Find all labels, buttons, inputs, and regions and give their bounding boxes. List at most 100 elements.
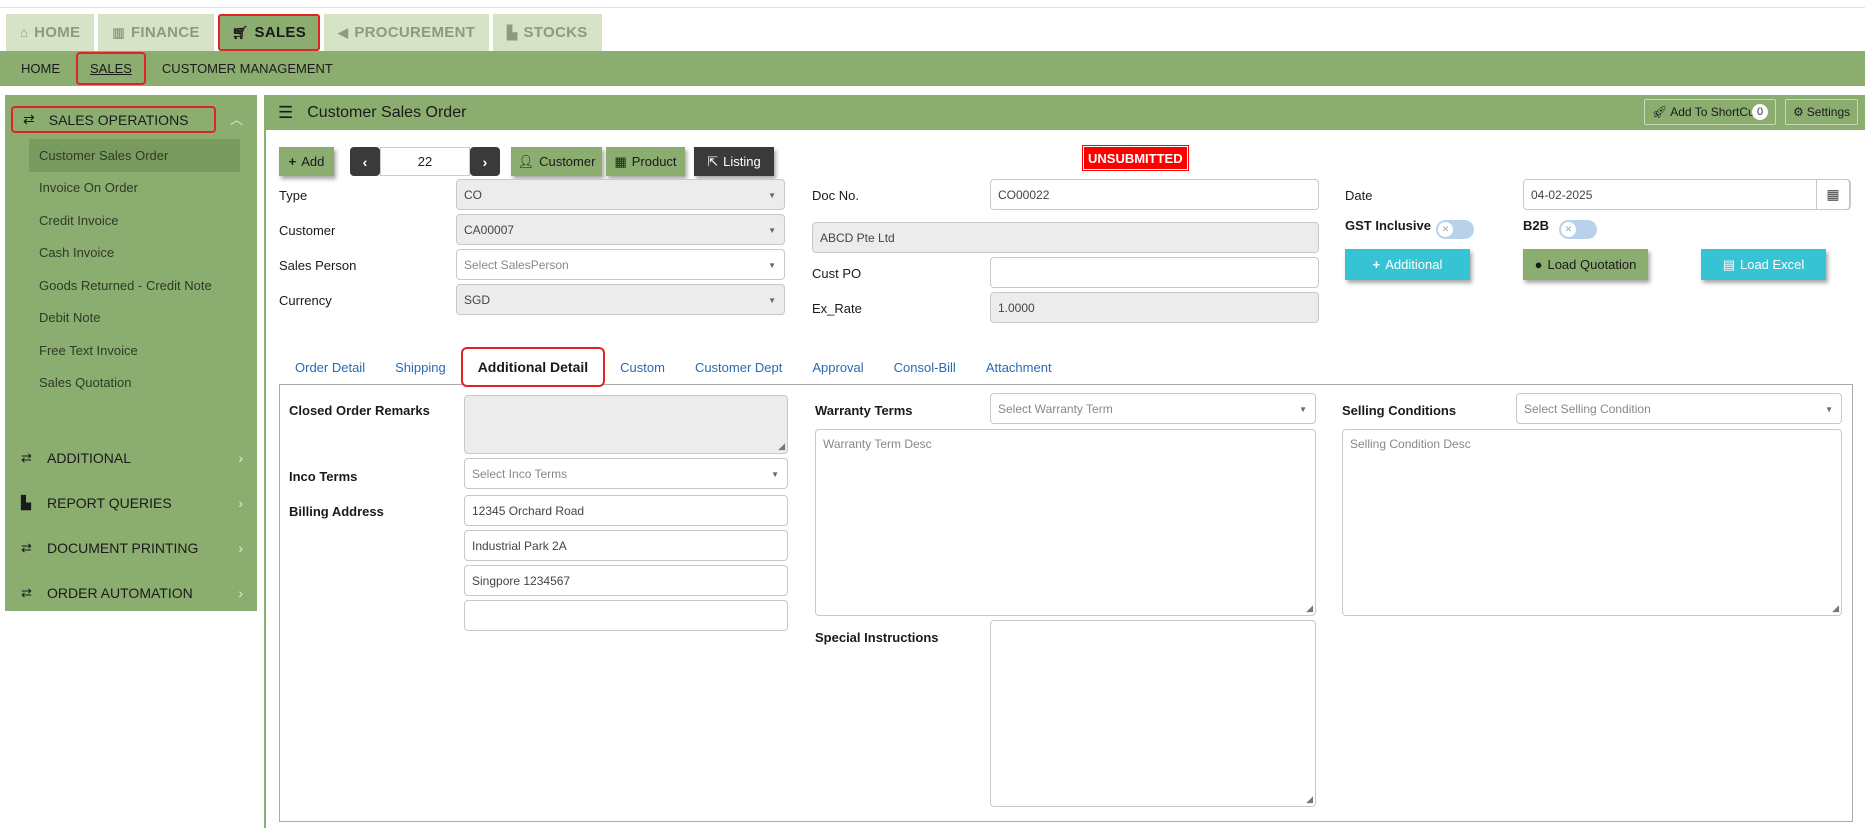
tab-shipping[interactable]: Shipping <box>395 360 446 375</box>
tab-customer-dept[interactable]: Customer Dept <box>695 360 782 375</box>
billing-address-line-3[interactable]: Singpore 1234567 <box>464 565 788 596</box>
salesperson-select[interactable]: Select SalesPerson ▼ <box>456 249 785 280</box>
warranty-terms-label: Warranty Terms <box>815 403 913 418</box>
special-instructions-textarea[interactable]: ◢ <box>990 620 1316 807</box>
rocket-icon: 🚀︎ <box>1652 105 1668 119</box>
sidebar: ⇄ SALES OPERATIONS ︿ Customer Sales Orde… <box>5 95 257 611</box>
settings-button[interactable]: ⚙ Settings <box>1785 99 1859 125</box>
submenu-sales[interactable]: SALES <box>76 52 146 85</box>
sidebar-item-cash-invoice[interactable]: Cash Invoice <box>29 237 240 270</box>
module-tab-home[interactable]: ⌂ HOME <box>6 14 95 51</box>
resize-grip-icon: ◢ <box>1306 603 1313 613</box>
prev-record-button[interactable]: ‹ <box>350 147 380 176</box>
resize-grip-icon: ◢ <box>1306 794 1313 804</box>
tab-custom[interactable]: Custom <box>620 360 665 375</box>
custpo-label: Cust PO <box>812 266 862 281</box>
special-instructions-label: Special Instructions <box>815 630 939 645</box>
gear-icon: ⚙ <box>1793 105 1804 119</box>
chevron-right-icon: › <box>238 585 243 601</box>
closed-order-remarks-textarea[interactable]: ◢ <box>464 395 788 454</box>
sidebar-group-sales-operations[interactable]: ⇄ SALES OPERATIONS <box>11 106 216 133</box>
billing-address-line-4[interactable] <box>464 600 788 631</box>
module-tab-sales[interactable]: 🛒︎ SALES <box>217 14 321 51</box>
load-excel-button[interactable]: ▤ Load Excel <box>1701 249 1826 280</box>
play-circle-icon: ● <box>1534 257 1543 272</box>
module-tab-procurement[interactable]: ◀ PROCUREMENT <box>324 14 490 51</box>
caret-down-icon: ▼ <box>768 261 776 270</box>
sidebar-item-free-text-invoice[interactable]: Free Text Invoice <box>29 334 240 367</box>
add-button[interactable]: + Add <box>279 147 334 176</box>
sidebar-item-invoice-on-order[interactable]: Invoice On Order <box>29 172 240 205</box>
sidebar-group-order-automation[interactable]: ⇄ ORDER AUTOMATION › <box>5 573 257 613</box>
tab-attachment[interactable]: Attachment <box>986 360 1052 375</box>
caret-down-icon: ▼ <box>1299 405 1307 414</box>
tab-consol-bill[interactable]: Consol-Bill <box>894 360 956 375</box>
customer-button[interactable]: 👤︎ Customer <box>511 147 602 176</box>
currency-select[interactable]: SGD ▼ <box>456 284 785 315</box>
sidebar-group-document-printing[interactable]: ⇄ DOCUMENT PRINTING › <box>5 528 257 568</box>
tab-approval[interactable]: Approval <box>812 360 863 375</box>
detail-tabs: Order Detail Shipping Additional Detail … <box>280 347 1067 387</box>
status-badge: UNSUBMITTED <box>1082 145 1189 171</box>
load-quotation-button[interactable]: ● Load Quotation <box>1523 249 1648 280</box>
docno-input[interactable]: CO00022 <box>990 179 1319 210</box>
warranty-term-desc-textarea[interactable]: Warranty Term Desc ◢ <box>815 429 1316 616</box>
additional-button[interactable]: + Additional <box>1345 249 1470 280</box>
submenu-home[interactable]: HOME <box>21 52 60 85</box>
date-label: Date <box>1345 188 1373 203</box>
panel-header: ☰ Customer Sales Order 🚀︎ Add To ShortCut… <box>266 95 1865 130</box>
listing-button[interactable]: ⇱ Listing <box>694 147 774 176</box>
calendar-icon[interactable]: ▦ <box>1816 179 1850 210</box>
date-input[interactable]: 04-02-2025 ▦ <box>1523 179 1851 210</box>
chevron-right-icon: › <box>238 495 243 511</box>
gst-inclusive-label: GST Inclusive <box>1345 218 1431 233</box>
swap-icon: ⇄ <box>21 585 32 600</box>
sidebar-item-goods-returned[interactable]: Goods Returned - Credit Note <box>29 269 240 302</box>
submenu-customer-management[interactable]: CUSTOMER MANAGEMENT <box>162 52 333 85</box>
page-title: Customer Sales Order <box>307 103 467 121</box>
customer-select[interactable]: CA00007 ▼ <box>456 214 785 245</box>
sidebar-item-debit-note[interactable]: Debit Note <box>29 302 240 335</box>
sidebar-item-customer-sales-order[interactable]: Customer Sales Order <box>29 139 240 172</box>
gst-inclusive-toggle[interactable]: ✕ <box>1436 220 1474 239</box>
shortcut-count-badge: 0 <box>1752 104 1769 120</box>
file-excel-icon: ▤ <box>1722 256 1735 272</box>
inco-terms-select[interactable]: Select Inco Terms ▼ <box>464 458 788 489</box>
plus-icon: + <box>1372 257 1381 272</box>
sub-menu-bar: HOME SALES CUSTOMER MANAGEMENT <box>0 51 1865 86</box>
billing-address-line-1[interactable]: 12345 Orchard Road <box>464 495 788 526</box>
next-record-button[interactable]: › <box>470 147 500 176</box>
custpo-input[interactable] <box>990 257 1319 288</box>
resize-grip-icon: ◢ <box>1832 603 1839 613</box>
tab-order-detail[interactable]: Order Detail <box>295 360 365 375</box>
exrate-input[interactable]: 1.0000 <box>990 292 1319 323</box>
type-select[interactable]: CO ▼ <box>456 179 785 210</box>
sidebar-item-credit-invoice[interactable]: Credit Invoice <box>29 204 240 237</box>
sidebar-group-report-queries[interactable]: ▙ REPORT QUERIES › <box>5 483 257 523</box>
add-to-shortcut-button[interactable]: 🚀︎ Add To ShortCut 0 <box>1644 99 1777 125</box>
module-tab-stocks[interactable]: ▙ STOCKS <box>493 14 602 51</box>
tab-additional-detail[interactable]: Additional Detail <box>460 347 606 387</box>
home-icon: ⌂ <box>20 25 29 40</box>
cubes-icon: ▦ <box>614 153 627 169</box>
sidebar-group-additional[interactable]: ⇄ ADDITIONAL › <box>5 438 257 478</box>
top-window-edge <box>0 0 1865 8</box>
selling-condition-desc-textarea[interactable]: Selling Condition Desc ◢ <box>1342 429 1842 616</box>
sidebar-items: Customer Sales Order Invoice On Order Cr… <box>29 139 240 399</box>
selling-conditions-select[interactable]: Select Selling Condition ▼ <box>1516 393 1842 424</box>
product-button[interactable]: ▦ Product <box>606 147 685 176</box>
customer-name-field: ABCD Pte Ltd <box>812 222 1319 253</box>
caret-down-icon: ▼ <box>771 470 779 479</box>
caret-down-icon: ▼ <box>768 191 776 200</box>
module-tab-finance[interactable]: ▥ FINANCE <box>98 14 214 51</box>
b2b-toggle[interactable]: ✕ <box>1559 220 1597 239</box>
chevron-up-icon[interactable]: ︿ <box>230 109 243 128</box>
hamburger-icon[interactable]: ☰ <box>278 103 293 123</box>
record-number-input[interactable]: 22 <box>380 147 470 176</box>
b2b-label: B2B <box>1523 218 1550 233</box>
caret-down-icon: ▼ <box>1825 405 1833 414</box>
warranty-terms-select[interactable]: Select Warranty Term ▼ <box>990 393 1316 424</box>
billing-address-line-2[interactable]: Industrial Park 2A <box>464 530 788 561</box>
sidebar-item-sales-quotation[interactable]: Sales Quotation <box>29 367 240 400</box>
user-icon: 👤︎ <box>517 153 535 169</box>
